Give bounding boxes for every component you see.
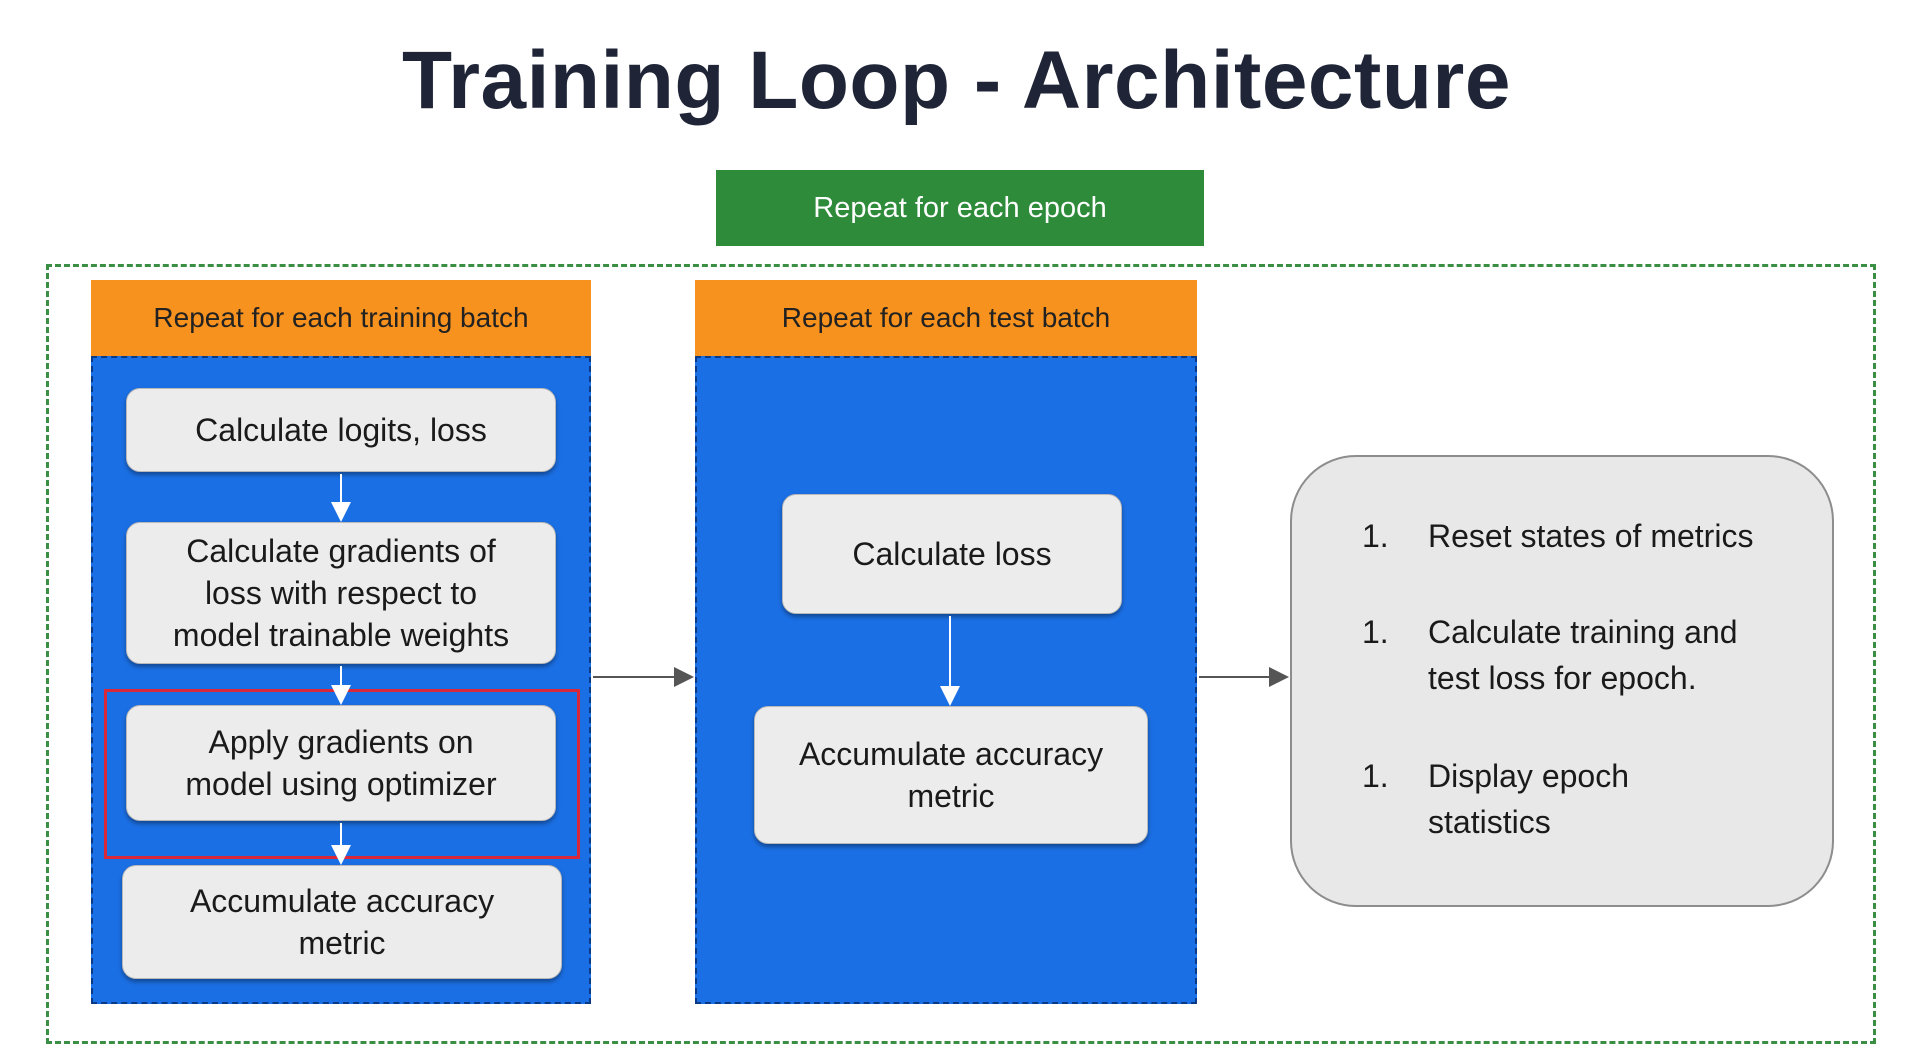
connector-arrows	[331, 474, 1289, 865]
